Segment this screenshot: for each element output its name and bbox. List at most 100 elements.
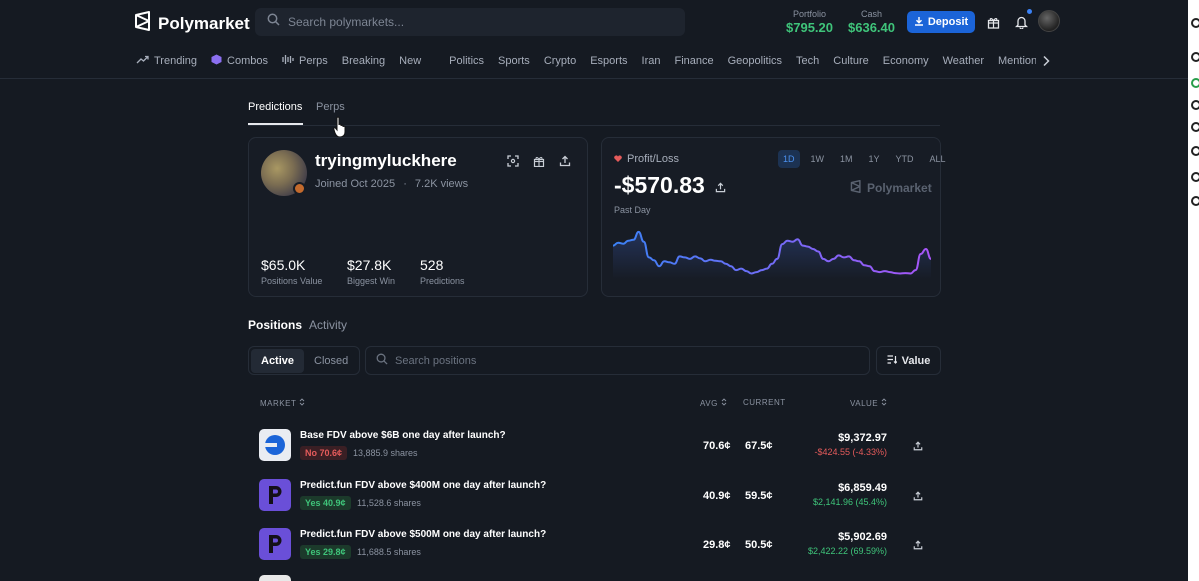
nav-item-iran[interactable]: Iran xyxy=(642,55,661,67)
polymarket-logo-icon xyxy=(850,179,862,196)
nav-item-geopolitics[interactable]: Geopolitics xyxy=(728,55,782,67)
nav-item-tech[interactable]: Tech xyxy=(796,55,819,67)
gift-icon[interactable] xyxy=(533,154,545,172)
positions-search-input[interactable] xyxy=(395,354,855,367)
share-icon[interactable] xyxy=(913,488,923,506)
header-divider xyxy=(0,78,1199,79)
tab-perps[interactable]: Perps xyxy=(316,101,345,113)
nav-item-weather[interactable]: Weather xyxy=(943,55,984,67)
brand-name: Polymarket xyxy=(158,13,250,33)
position-shares: 11,688.5 shares xyxy=(357,547,421,557)
download-icon xyxy=(914,16,924,29)
positions-search[interactable] xyxy=(365,346,870,375)
deposit-button[interactable]: Deposit xyxy=(907,11,975,33)
position-change: $2,422.22 (69.59%) xyxy=(807,546,887,556)
filter-closed-button[interactable]: Closed xyxy=(304,349,358,373)
nav-item-combos[interactable]: Combos xyxy=(211,54,268,68)
range-all[interactable]: ALL xyxy=(925,150,951,168)
share-icon[interactable] xyxy=(715,180,726,198)
category-nav: Trending Combos Perps Breaking New Polit… xyxy=(136,50,1036,72)
table-row[interactable]: Predict.fun FDV above $400M one day afte… xyxy=(248,475,940,521)
scan-icon[interactable] xyxy=(507,154,519,172)
position-current: 50.5¢ xyxy=(745,539,773,551)
stat-predictions: 528 Predictions xyxy=(420,257,465,286)
user-avatar[interactable] xyxy=(1038,10,1060,32)
position-value: $9,372.97 xyxy=(838,432,887,444)
nav-item-trending[interactable]: Trending xyxy=(136,55,197,67)
nav-item-finance[interactable]: Finance xyxy=(674,55,713,67)
side-app-icon[interactable] xyxy=(1191,172,1199,182)
share-icon[interactable] xyxy=(559,154,571,172)
nav-item-politics[interactable]: Politics xyxy=(449,55,484,67)
col-header-market[interactable]: MARKET xyxy=(260,398,305,408)
gift-icon[interactable] xyxy=(984,13,1002,31)
deposit-label: Deposit xyxy=(927,16,969,28)
range-ytd[interactable]: YTD xyxy=(891,150,919,168)
side-app-icon[interactable] xyxy=(1191,146,1199,156)
market-title[interactable]: Predict.fun FDV above $500M one day afte… xyxy=(300,529,546,540)
market-title[interactable]: Base FDV above $6B one day after launch? xyxy=(300,430,506,441)
tab-positions[interactable]: Positions xyxy=(248,318,302,332)
position-current: 59.5¢ xyxy=(745,490,773,502)
range-1m[interactable]: 1M xyxy=(835,150,858,168)
nav-item-mentions[interactable]: Mentions xyxy=(998,55,1036,67)
pnl-card: Profit/Loss 1D 1W 1M 1Y YTD ALL -$570.83… xyxy=(601,137,946,297)
search-icon xyxy=(376,352,388,370)
nav-item-new[interactable]: New xyxy=(399,55,421,67)
range-1y[interactable]: 1Y xyxy=(864,150,885,168)
side-app-icon[interactable] xyxy=(1191,52,1199,62)
side-app-icon[interactable] xyxy=(1191,18,1199,28)
heart-icon xyxy=(614,153,622,165)
trending-icon xyxy=(136,55,149,67)
global-search[interactable] xyxy=(255,8,685,36)
cash-label: Cash xyxy=(860,9,882,19)
tab-activity[interactable]: Activity xyxy=(309,318,347,332)
brand-logo[interactable]: Polymarket xyxy=(134,11,250,36)
notification-dot xyxy=(1027,9,1032,14)
col-header-value[interactable]: VALUE xyxy=(850,398,887,408)
pnl-period: Past Day xyxy=(614,205,651,215)
tab-predictions[interactable]: Predictions xyxy=(248,101,302,113)
pnl-range-selector: 1D 1W 1M 1Y YTD ALL xyxy=(778,150,951,168)
nav-item-esports[interactable]: Esports xyxy=(590,55,627,67)
pnl-watermark: Polymarket xyxy=(850,179,932,196)
table-row[interactable]: Predict.fun FDV above $500M one day afte… xyxy=(248,524,940,570)
market-title[interactable]: Predict.fun FDV above $400M one day afte… xyxy=(300,480,546,491)
filter-active-button[interactable]: Active xyxy=(251,348,305,373)
col-header-avg[interactable]: AVG xyxy=(700,398,727,408)
position-change: -$424.55 (-4.33%) xyxy=(814,447,887,457)
nav-item-perps[interactable]: Perps xyxy=(282,54,328,68)
side-app-icon[interactable] xyxy=(1191,100,1199,110)
side-app-icon[interactable] xyxy=(1191,122,1199,132)
chevron-right-icon[interactable] xyxy=(1041,54,1051,72)
nav-item-economy[interactable]: Economy xyxy=(883,55,929,67)
sort-arrows-icon xyxy=(881,398,887,408)
pnl-label: Profit/Loss xyxy=(614,153,679,165)
stat-positions-value: $65.0K Positions Value xyxy=(261,257,323,286)
portfolio-balance[interactable]: Portfolio $795.20 xyxy=(786,9,833,35)
position-change: $2,141.96 (45.4%) xyxy=(812,497,887,507)
position-side-badge: Yes 29.8¢ xyxy=(300,545,351,559)
share-icon[interactable] xyxy=(913,537,923,555)
profile-card: tryingmyluckhere Joined Oct 2025 · 7.2K … xyxy=(248,137,588,297)
perps-icon xyxy=(282,54,294,68)
position-value: $5,902.69 xyxy=(838,531,887,543)
profile-badge-icon xyxy=(293,182,306,195)
table-row[interactable]: Base FDV above $6B one day after launch?… xyxy=(248,425,940,471)
nav-item-sports[interactable]: Sports xyxy=(498,55,530,67)
side-app-icon[interactable] xyxy=(1191,196,1199,206)
cash-balance[interactable]: Cash $636.40 xyxy=(848,9,895,35)
global-search-input[interactable] xyxy=(288,15,668,29)
range-1d[interactable]: 1D xyxy=(778,150,800,168)
nav-item-culture[interactable]: Culture xyxy=(833,55,868,67)
sort-value-button[interactable]: Value xyxy=(876,346,941,375)
bell-icon[interactable] xyxy=(1012,13,1030,31)
nav-item-crypto[interactable]: Crypto xyxy=(544,55,576,67)
portfolio-label: Portfolio xyxy=(792,9,827,19)
share-icon[interactable] xyxy=(913,438,923,456)
search-icon xyxy=(267,13,280,31)
position-shares: 11,528.6 shares xyxy=(357,498,421,508)
nav-item-breaking[interactable]: Breaking xyxy=(342,55,385,67)
range-1w[interactable]: 1W xyxy=(806,150,830,168)
side-app-icon[interactable] xyxy=(1191,78,1199,88)
